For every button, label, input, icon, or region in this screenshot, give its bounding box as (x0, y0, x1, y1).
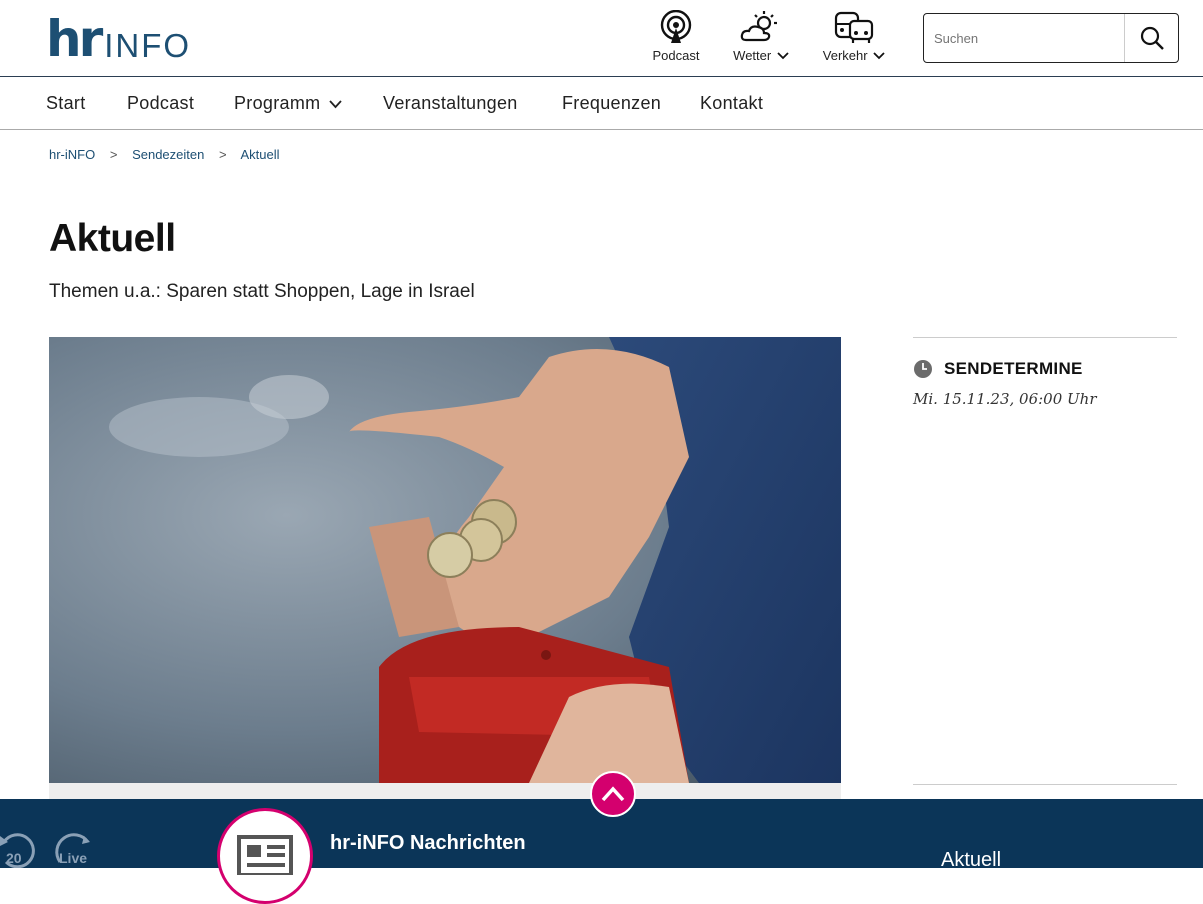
traffic-link[interactable]: Verkehr (818, 10, 890, 63)
rewind-20-label: 20 (6, 850, 22, 866)
page-subtitle: Themen u.a.: Sparen statt Shoppen, Lage … (49, 281, 475, 302)
nav-programm-label: Programm (234, 93, 321, 113)
weather-label: Wetter (733, 48, 772, 63)
chevron-down-icon (329, 100, 342, 109)
breadcrumb: hr-iNFO > Sendezeiten > Aktuell (49, 147, 291, 162)
player-title: hr-iNFO Nachrichten (330, 832, 526, 854)
search-button[interactable] (1124, 14, 1178, 62)
sendetermine-heading: SENDETERMINE (913, 359, 1083, 379)
sendetermin-date: Mi. 15.11.23, 06:00 Uhr (913, 390, 1097, 408)
divider (913, 784, 1177, 785)
nav-programm[interactable]: Programm (234, 93, 342, 114)
traffic-label: Verkehr (822, 48, 868, 63)
program-thumbnail[interactable] (217, 808, 313, 904)
nav-podcast[interactable]: Podcast (127, 93, 194, 114)
breadcrumb-item-home[interactable]: hr-iNFO (49, 147, 95, 162)
clock-icon (914, 360, 932, 378)
logo-info: INFO (104, 27, 192, 64)
podcast-label: Podcast (652, 48, 700, 63)
rewind-20-icon[interactable]: 20 (0, 830, 40, 868)
nav-veranstaltungen[interactable]: Veranstaltungen (383, 93, 518, 114)
hr-info-logo[interactable]: hr INFO (46, 12, 191, 64)
nav-kontakt[interactable]: Kontakt (700, 93, 763, 114)
logo-hr: hr (46, 10, 103, 68)
chevron-down-icon (873, 52, 885, 60)
sendetermine-label: SENDETERMINE (944, 359, 1083, 378)
player-now-playing: Aktuell (941, 849, 1002, 871)
article-image (49, 337, 841, 783)
chevron-down-icon (777, 52, 789, 60)
search-box (923, 13, 1179, 63)
breadcrumb-separator: > (109, 147, 118, 162)
weather-link[interactable]: Wetter (729, 10, 793, 63)
main-nav: Start Podcast Programm Veranstaltungen F… (0, 77, 1203, 130)
breadcrumb-item-sendezeiten[interactable]: Sendezeiten (132, 147, 204, 162)
divider (913, 337, 1177, 338)
search-icon (1140, 26, 1164, 50)
podcast-icon (660, 10, 692, 43)
live-label: Live (59, 850, 87, 866)
weather-icon (740, 11, 777, 42)
live-button[interactable]: Live (54, 830, 100, 868)
image-caption-bar (49, 783, 841, 799)
site-header: hr INFO Podcast Wetter Verkehr Suchen (0, 0, 1203, 77)
search-input[interactable] (924, 14, 1124, 62)
breadcrumb-item-aktuell[interactable]: Aktuell (240, 147, 279, 162)
page-title: Aktuell (49, 217, 176, 260)
newspaper-icon (237, 835, 293, 875)
podcast-link[interactable]: Podcast (650, 10, 702, 63)
nav-frequenzen[interactable]: Frequenzen (562, 93, 661, 114)
scroll-top-button[interactable] (590, 771, 636, 817)
chevron-up-icon (601, 786, 625, 802)
traffic-icon (834, 11, 874, 43)
nav-start[interactable]: Start (46, 93, 86, 114)
breadcrumb-separator: > (218, 147, 227, 162)
